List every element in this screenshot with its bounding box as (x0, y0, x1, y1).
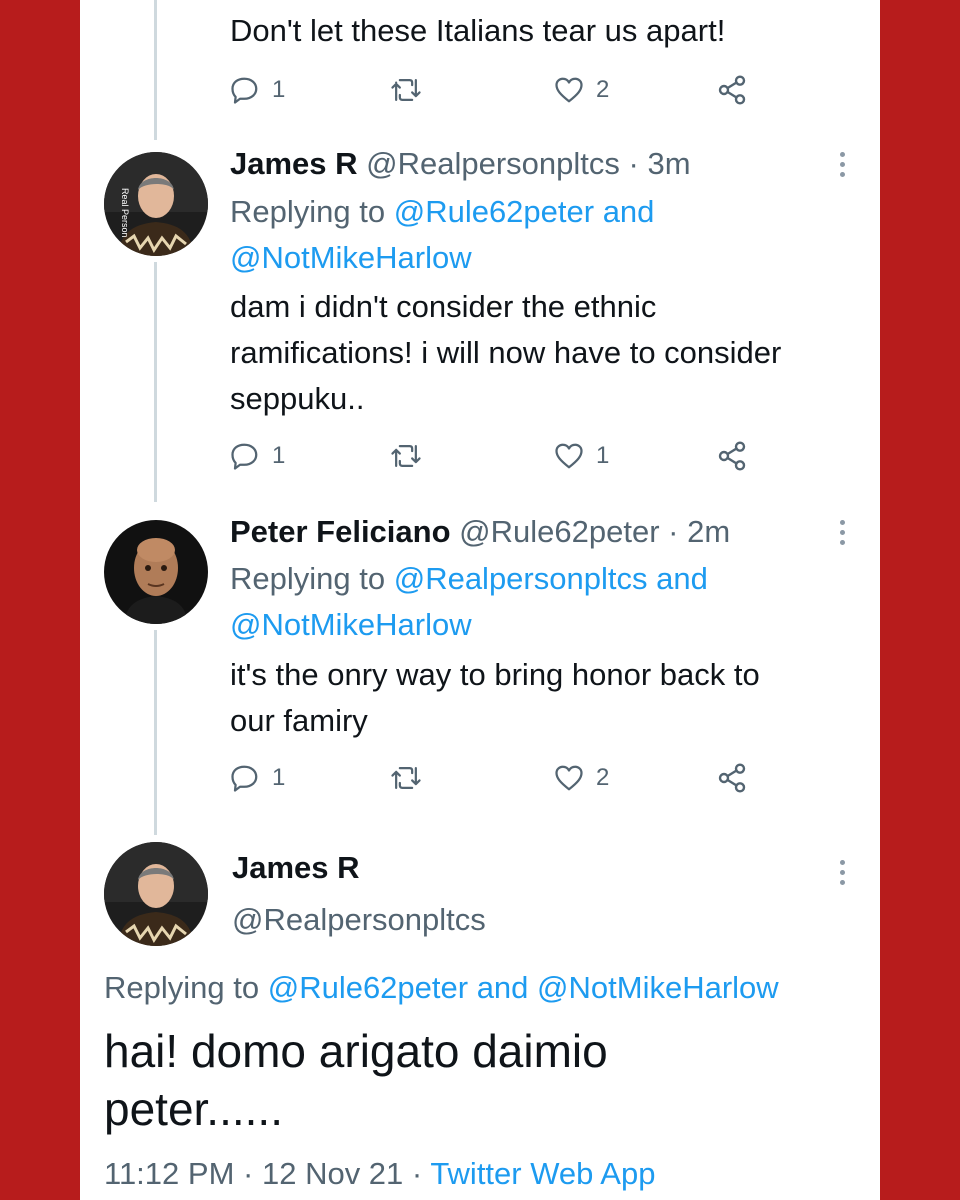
tweet-text-line: ramifications! i will now have to consid… (230, 335, 782, 370)
retweet-icon (391, 767, 421, 789)
separator: · (243, 1156, 254, 1191)
like-button[interactable]: 2 (554, 70, 609, 110)
tweet-meta: 11:12 PM · 12 Nov 21 · Twitter Web App (104, 1156, 655, 1192)
tweet-actions: 1 2 (230, 758, 790, 798)
reply-count: 1 (272, 442, 286, 469)
replying-link[interactable]: @Realpersonpltcs and (394, 561, 708, 596)
tweet-text-line: hai! domo arigato daimio (104, 1025, 608, 1077)
more-options-button[interactable] (832, 520, 852, 550)
tweet[interactable]: Peter Feliciano @Rule62peter · 2m Replyi… (80, 508, 880, 828)
tweet-source[interactable]: Twitter Web App (430, 1156, 655, 1191)
replying-prefix: Replying to (230, 561, 386, 596)
tweet-text: it's the onry way to bring honor back to… (230, 652, 870, 744)
avatar[interactable]: Real Person (104, 152, 208, 256)
tweet-date[interactable]: 12 Nov 21 (262, 1156, 403, 1191)
display-name[interactable]: Peter Feliciano (230, 514, 451, 549)
tweet-header: Peter Feliciano @Rule62peter · 2m (230, 512, 810, 552)
tweet-text-line: it's the onry way to bring honor back to (230, 657, 760, 692)
handle[interactable]: @Realpersonpltcs (232, 902, 486, 938)
separator: · (411, 1156, 423, 1191)
replying-prefix: Replying to (104, 970, 260, 1005)
timestamp[interactable]: 3m (648, 146, 691, 181)
more-options-button[interactable] (832, 152, 852, 182)
like-button[interactable]: 2 (554, 758, 609, 798)
like-count: 2 (596, 76, 610, 103)
tweet-time[interactable]: 11:12 PM (104, 1156, 234, 1191)
tweet[interactable]: Don't let these Italians tear us apart! … (80, 0, 880, 130)
like-icon (555, 77, 583, 103)
tweet-text-line: dam i didn't consider the ethnic (230, 289, 657, 324)
display-name[interactable]: James R (232, 850, 360, 886)
tweet[interactable]: Real Person James R @Realpersonpltcs · 3… (80, 140, 880, 500)
avatar[interactable] (104, 520, 208, 624)
share-icon (718, 75, 746, 105)
retweet-button[interactable] (390, 70, 422, 110)
replying-to: Replying to @Rule62peter and @NotMikeHar… (104, 970, 779, 1006)
reply-button[interactable]: 1 (230, 436, 285, 476)
like-count: 1 (596, 442, 610, 469)
like-icon (555, 443, 583, 469)
replying-link[interactable]: @Rule62peter and @NotMikeHarlow (268, 970, 779, 1005)
like-button[interactable]: 1 (554, 436, 609, 476)
replying-prefix: Replying to (230, 194, 386, 229)
retweet-button[interactable] (390, 436, 422, 476)
replying-link[interactable]: @Rule62peter and (394, 194, 655, 229)
retweet-icon (391, 445, 421, 467)
reply-icon (231, 77, 258, 104)
replying-link[interactable]: @NotMikeHarlow (230, 240, 472, 275)
tweet-text: hai! domo arigato daimio peter...... (104, 1022, 864, 1138)
main-tweet: James R @Realpersonpltcs Replying to @Ru… (80, 836, 880, 1200)
reply-count: 1 (272, 764, 286, 791)
share-button[interactable] (716, 436, 748, 476)
like-icon (555, 765, 583, 791)
reply-icon (231, 443, 258, 470)
share-button[interactable] (716, 758, 748, 798)
display-name[interactable]: James R (230, 146, 358, 181)
avatar[interactable] (104, 842, 208, 946)
reply-button[interactable]: 1 (230, 70, 285, 110)
share-icon (718, 763, 746, 793)
replying-to: Replying to @Rule62peter and @NotMikeHar… (230, 189, 654, 281)
retweet-button[interactable] (390, 758, 422, 798)
separator: · (668, 514, 679, 549)
share-icon (718, 441, 746, 471)
reply-icon (231, 765, 258, 792)
reply-button[interactable]: 1 (230, 758, 285, 798)
reply-count: 1 (272, 76, 286, 103)
tweet-text: Don't let these Italians tear us apart! (230, 13, 726, 48)
timestamp[interactable]: 2m (687, 514, 730, 549)
tweet-thread: Don't let these Italians tear us apart! … (80, 0, 880, 1200)
tweet-actions: 1 1 (230, 436, 790, 476)
tweet-text: dam i didn't consider the ethnic ramific… (230, 284, 870, 422)
replying-link[interactable]: @NotMikeHarlow (230, 607, 472, 642)
share-button[interactable] (716, 70, 748, 110)
tweet-text-line: our famiry (230, 703, 368, 738)
tweet-text-line: seppuku.. (230, 381, 365, 416)
more-options-button[interactable] (832, 860, 852, 890)
separator: · (628, 146, 639, 181)
tweet-actions: 1 2 (230, 70, 790, 110)
svg-text:Real Person: Real Person (120, 188, 130, 238)
handle[interactable]: @Realpersonpltcs (366, 146, 620, 181)
tweet-text-line: peter...... (104, 1083, 283, 1135)
retweet-icon (391, 79, 421, 101)
handle[interactable]: @Rule62peter (459, 514, 659, 549)
like-count: 2 (596, 764, 610, 791)
replying-to: Replying to @Realpersonpltcs and @NotMik… (230, 556, 708, 648)
tweet-header: James R @Realpersonpltcs · 3m (230, 144, 810, 184)
